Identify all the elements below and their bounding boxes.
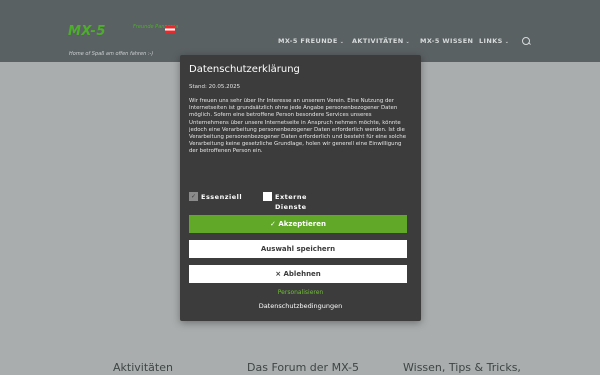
cookie-consent-dialog: Datenschutzerklärung Stand: 20.05.2025 W… bbox=[180, 55, 421, 321]
column-heading-aktivitaeten: Aktivitäten bbox=[113, 361, 173, 374]
essential-checkbox[interactable]: ✓ bbox=[189, 192, 198, 201]
austria-flag-icon bbox=[165, 26, 175, 33]
chevron-down-icon: ⌄ bbox=[405, 39, 411, 45]
nav-mx5-freunde[interactable]: MX-5 FREUNDE ⌄ bbox=[278, 37, 344, 47]
nav-mx5-wissen[interactable]: MX-5 WISSEN bbox=[420, 37, 473, 47]
essential-checkbox-label: Essenziell bbox=[201, 193, 243, 201]
save-selection-button[interactable]: Auswahl speichern bbox=[189, 240, 407, 258]
policy-date: Stand: 20.05.2025 bbox=[189, 84, 241, 90]
dialog-title: Datenschutzerklärung bbox=[189, 64, 300, 75]
policy-text[interactable]: Wir freuen uns sehr über Ihr Interesse a… bbox=[189, 98, 411, 176]
chevron-down-icon: ⌄ bbox=[339, 39, 345, 45]
nav-label: MX-5 WISSEN bbox=[420, 37, 474, 45]
site-tagline: Home of Spaß am offen fahren :-) bbox=[69, 51, 154, 57]
privacy-terms-link[interactable]: Datenschutzbedingungen bbox=[180, 302, 421, 310]
reject-button[interactable]: × Ablehnen bbox=[189, 265, 407, 283]
accept-button[interactable]: ✓ Akzeptieren bbox=[189, 215, 407, 233]
external-label-line1: Externe bbox=[275, 193, 307, 201]
nav-links[interactable]: LINKS ⌄ bbox=[479, 37, 509, 47]
column-heading-forum: Das Forum der MX-5 bbox=[247, 361, 360, 374]
search-icon[interactable] bbox=[522, 37, 530, 45]
personalize-link[interactable]: Personalisieren bbox=[180, 289, 421, 296]
chevron-down-icon: ⌄ bbox=[504, 39, 510, 45]
nav-label: MX-5 FREUNDE bbox=[278, 37, 338, 45]
nav-label: AKTIVITÄTEN bbox=[352, 37, 404, 45]
external-services-checkbox-label: Externe Dienste bbox=[275, 192, 307, 212]
logo-text: MX-5 bbox=[68, 24, 106, 39]
nav-label: LINKS bbox=[479, 37, 503, 45]
column-heading-wissen: Wissen, Tips & Tricks, bbox=[403, 361, 521, 374]
site-logo[interactable]: MX-5 Freunde Pannonia bbox=[68, 24, 183, 42]
site-header: MX-5 Freunde Pannonia Home of Spaß am of… bbox=[0, 0, 600, 62]
nav-aktivitaeten[interactable]: AKTIVITÄTEN ⌄ bbox=[352, 37, 410, 47]
external-services-checkbox[interactable] bbox=[263, 192, 272, 201]
external-label-line2: Dienste bbox=[275, 203, 307, 211]
